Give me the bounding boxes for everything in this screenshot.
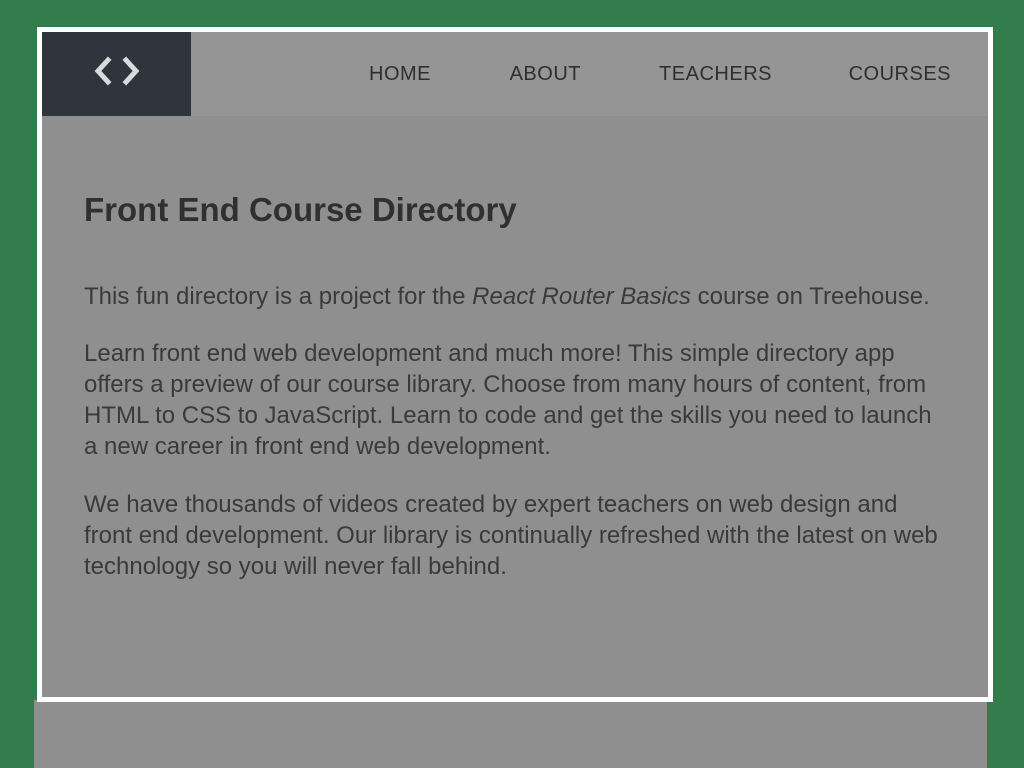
intro-paragraph: This fun directory is a project for the … (84, 281, 944, 312)
page-below-frame (34, 700, 987, 768)
header: HOME ABOUT TEACHERS COURSES (42, 32, 988, 116)
intro-text-before: This fun directory is a project for the (84, 283, 473, 311)
logo[interactable] (42, 32, 191, 116)
nav-home-link[interactable]: HOME (369, 63, 431, 86)
page-title: Front End Course Directory (84, 191, 517, 228)
course-name: React Router Basics (472, 283, 691, 311)
nav-courses-link[interactable]: COURSES (849, 63, 951, 86)
nav-about-link[interactable]: ABOUT (510, 63, 581, 86)
main-content: Front End Course Directory This fun dire… (84, 116, 944, 582)
library-paragraph: We have thousands of videos created by e… (84, 491, 938, 581)
description-paragraph: Learn front end web development and much… (84, 340, 932, 461)
nav-teachers-link[interactable]: TEACHERS (659, 63, 772, 86)
highlight-frame: HOME ABOUT TEACHERS COURSES Front End Co… (37, 27, 993, 702)
code-brackets-icon (94, 56, 139, 86)
intro-text-after: course on Treehouse. (690, 283, 930, 311)
